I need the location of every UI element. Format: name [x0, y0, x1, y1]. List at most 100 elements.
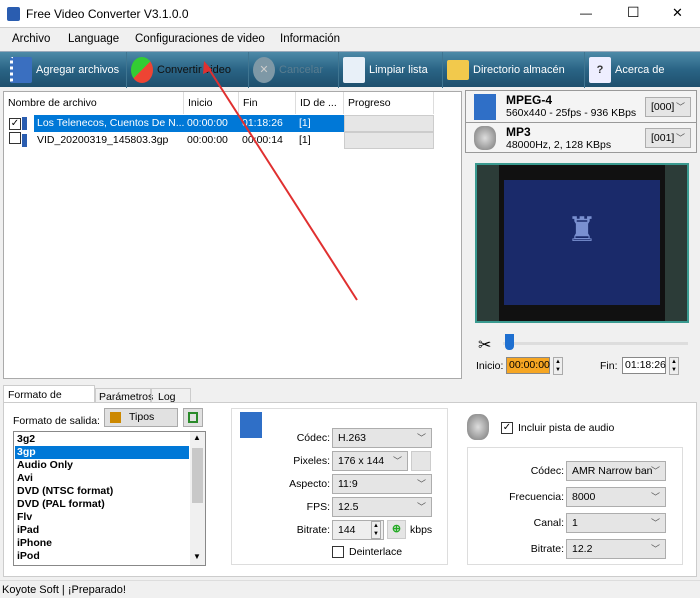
- table-row[interactable]: ✓ Los Telenecos, Cuentos De N... 00:00:0…: [4, 115, 434, 132]
- trim-slider[interactable]: [503, 342, 688, 345]
- status-message: ¡Preparado!: [67, 584, 126, 596]
- chevron-down-icon: ﹀: [416, 502, 426, 512]
- chevron-down-icon: ﹀: [650, 492, 660, 502]
- format-list[interactable]: 3g2 3gp Audio Only Avi DVD (NTSC format) DVD …: [13, 431, 206, 566]
- format-item[interactable]: iPad: [15, 524, 189, 537]
- add-files-button[interactable]: Agregar archivos: [6, 52, 127, 88]
- close-button[interactable]: ✕: [672, 5, 683, 21]
- video-track-select[interactable]: [000] ﹀: [645, 97, 691, 117]
- include-audio-checkbox[interactable]: ✓: [501, 422, 513, 434]
- clear-list-button[interactable]: Limpiar lista: [339, 52, 443, 88]
- maximize-button[interactable]: ☐: [627, 4, 640, 21]
- video-preview: ♜: [475, 163, 689, 323]
- types-button[interactable]: Tipos: [104, 408, 178, 427]
- format-item[interactable]: Flv: [15, 511, 189, 524]
- tab-log[interactable]: Log: [151, 388, 191, 403]
- audio-codec-select[interactable]: AMR Narrow ban ﹀: [566, 461, 666, 481]
- scroll-thumb[interactable]: [192, 448, 203, 503]
- format-item[interactable]: iPhone: [15, 537, 189, 550]
- col-progress[interactable]: Progreso: [344, 92, 434, 114]
- aspect-label: Aspecto:: [289, 478, 330, 490]
- audio-stream-info: 48000Hz, 2, 128 KBps: [506, 139, 612, 151]
- window-title: Free Video Converter V3.1.0.0: [26, 7, 189, 21]
- menu-informacion[interactable]: Información: [280, 33, 340, 45]
- format-item[interactable]: DVD (NTSC format): [15, 485, 189, 498]
- stream-panel: MPEG-4 560x440 - 25fps - 936 KBps [000] ﹀…: [465, 90, 697, 153]
- video-codec-select[interactable]: H.263 ﹀: [332, 428, 432, 448]
- format-item[interactable]: Audio Only: [15, 459, 189, 472]
- add-bitrate-icon[interactable]: ⊕: [387, 520, 406, 539]
- audio-stream-name: MP3: [506, 125, 531, 139]
- format-item[interactable]: 3gp: [15, 446, 189, 459]
- chevron-down-icon: ﹀: [675, 102, 685, 112]
- scrollbar[interactable]: ▲ ▼: [190, 432, 205, 565]
- document-icon: [343, 57, 365, 83]
- speaker-icon: [467, 414, 489, 440]
- chevron-down-icon: ﹀: [650, 466, 660, 476]
- status-bar: Koyote Soft | ¡Preparado!: [0, 580, 700, 598]
- fps-select[interactable]: 12.5 ﹀: [332, 497, 432, 517]
- start-time-input[interactable]: 00:00:00: [506, 357, 550, 374]
- chevron-down-icon: ﹀: [650, 518, 660, 528]
- about-button[interactable]: ? Acerca de: [585, 52, 700, 88]
- frequency-label: Frecuencia:: [509, 491, 564, 503]
- trim-slider-handle[interactable]: [505, 334, 514, 350]
- menu-archivo[interactable]: Archivo: [12, 33, 50, 45]
- scroll-up-icon[interactable]: ▲: [193, 433, 201, 442]
- row-checkbox[interactable]: [9, 132, 21, 144]
- audio-settings-group: Códec: AMR Narrow ban ﹀ Frecuencia: 8000 ﹀…: [467, 447, 683, 565]
- file-end: 00:00:14: [242, 134, 283, 146]
- end-time-input[interactable]: 01:18:26: [622, 357, 666, 374]
- convert-video-button[interactable]: Convertir video: [127, 52, 249, 88]
- format-item[interactable]: Avi: [15, 472, 189, 485]
- cancel-button[interactable]: ✕ Cancelar: [249, 52, 339, 88]
- tab-output-format[interactable]: Formato de salida: [3, 385, 95, 413]
- col-id[interactable]: ID de ...: [296, 92, 344, 114]
- pixels-select[interactable]: 176 x 144 ﹀: [332, 451, 408, 471]
- file-progress: [344, 132, 434, 149]
- chevron-down-icon: ﹀: [650, 544, 660, 554]
- tab-parameters[interactable]: Parámetros: [95, 388, 153, 403]
- format-item[interactable]: iPod: [15, 550, 189, 563]
- save-button[interactable]: [183, 408, 203, 427]
- format-item[interactable]: 3g2: [15, 433, 189, 446]
- fps-label: FPS:: [306, 501, 330, 513]
- add-file-icon: [10, 57, 32, 83]
- minimize-button[interactable]: —: [580, 6, 592, 20]
- include-audio-label: Incluir pista de audio: [518, 422, 615, 434]
- chevron-down-icon: ﹀: [675, 133, 685, 143]
- save-icon: [188, 412, 198, 423]
- menu-language[interactable]: Language: [68, 33, 119, 45]
- start-time-spinner[interactable]: ▲ ▼: [553, 357, 563, 375]
- col-filename[interactable]: Nombre de archivo: [4, 92, 184, 114]
- table-row[interactable]: VID_20200319_145803.3gp 00:00:00 00:00:1…: [4, 132, 434, 149]
- frequency-select[interactable]: 8000 ﹀: [566, 487, 666, 507]
- file-end: 01:18:26: [239, 115, 296, 132]
- end-label: Fin:: [600, 360, 618, 372]
- output-directory-button[interactable]: Directorio almacén: [443, 52, 585, 88]
- chevron-down-icon: ﹀: [416, 433, 426, 443]
- pixels-label: Pixeles:: [293, 455, 330, 467]
- audio-bitrate-select[interactable]: 12.2 ﹀: [566, 539, 666, 559]
- menu-video-settings[interactable]: Configuraciones de video: [135, 33, 265, 45]
- scroll-down-icon[interactable]: ▼: [193, 552, 201, 561]
- end-time-spinner[interactable]: ▲ ▼: [669, 357, 679, 375]
- preview-frame: ♜: [504, 180, 660, 305]
- col-start[interactable]: Inicio: [184, 92, 239, 114]
- video-stream-name: MPEG-4: [506, 93, 553, 107]
- format-item[interactable]: DVD (PAL format): [15, 498, 189, 511]
- audio-track-select[interactable]: [001] ﹀: [645, 128, 691, 148]
- title-bar: Free Video Converter V3.1.0.0 — ☐ ✕: [0, 0, 700, 28]
- file-list[interactable]: Nombre de archivo Inicio Fin ID de ... P…: [3, 91, 462, 379]
- aspect-select[interactable]: 11:9 ﹀: [332, 474, 432, 494]
- edit-pixels-button[interactable]: [411, 451, 431, 471]
- deinterlace-checkbox[interactable]: [332, 546, 344, 558]
- bitrate-spinner[interactable]: ▲ ▼: [371, 521, 381, 539]
- scissors-icon[interactable]: ✂: [478, 335, 491, 355]
- channel-label: Canal:: [533, 517, 564, 529]
- file-start: 00:00:00: [184, 115, 239, 132]
- row-checkbox[interactable]: ✓: [9, 118, 21, 130]
- channel-select[interactable]: 1 ﹀: [566, 513, 666, 533]
- kbps-label: kbps: [410, 524, 433, 536]
- col-end[interactable]: Fin: [239, 92, 296, 114]
